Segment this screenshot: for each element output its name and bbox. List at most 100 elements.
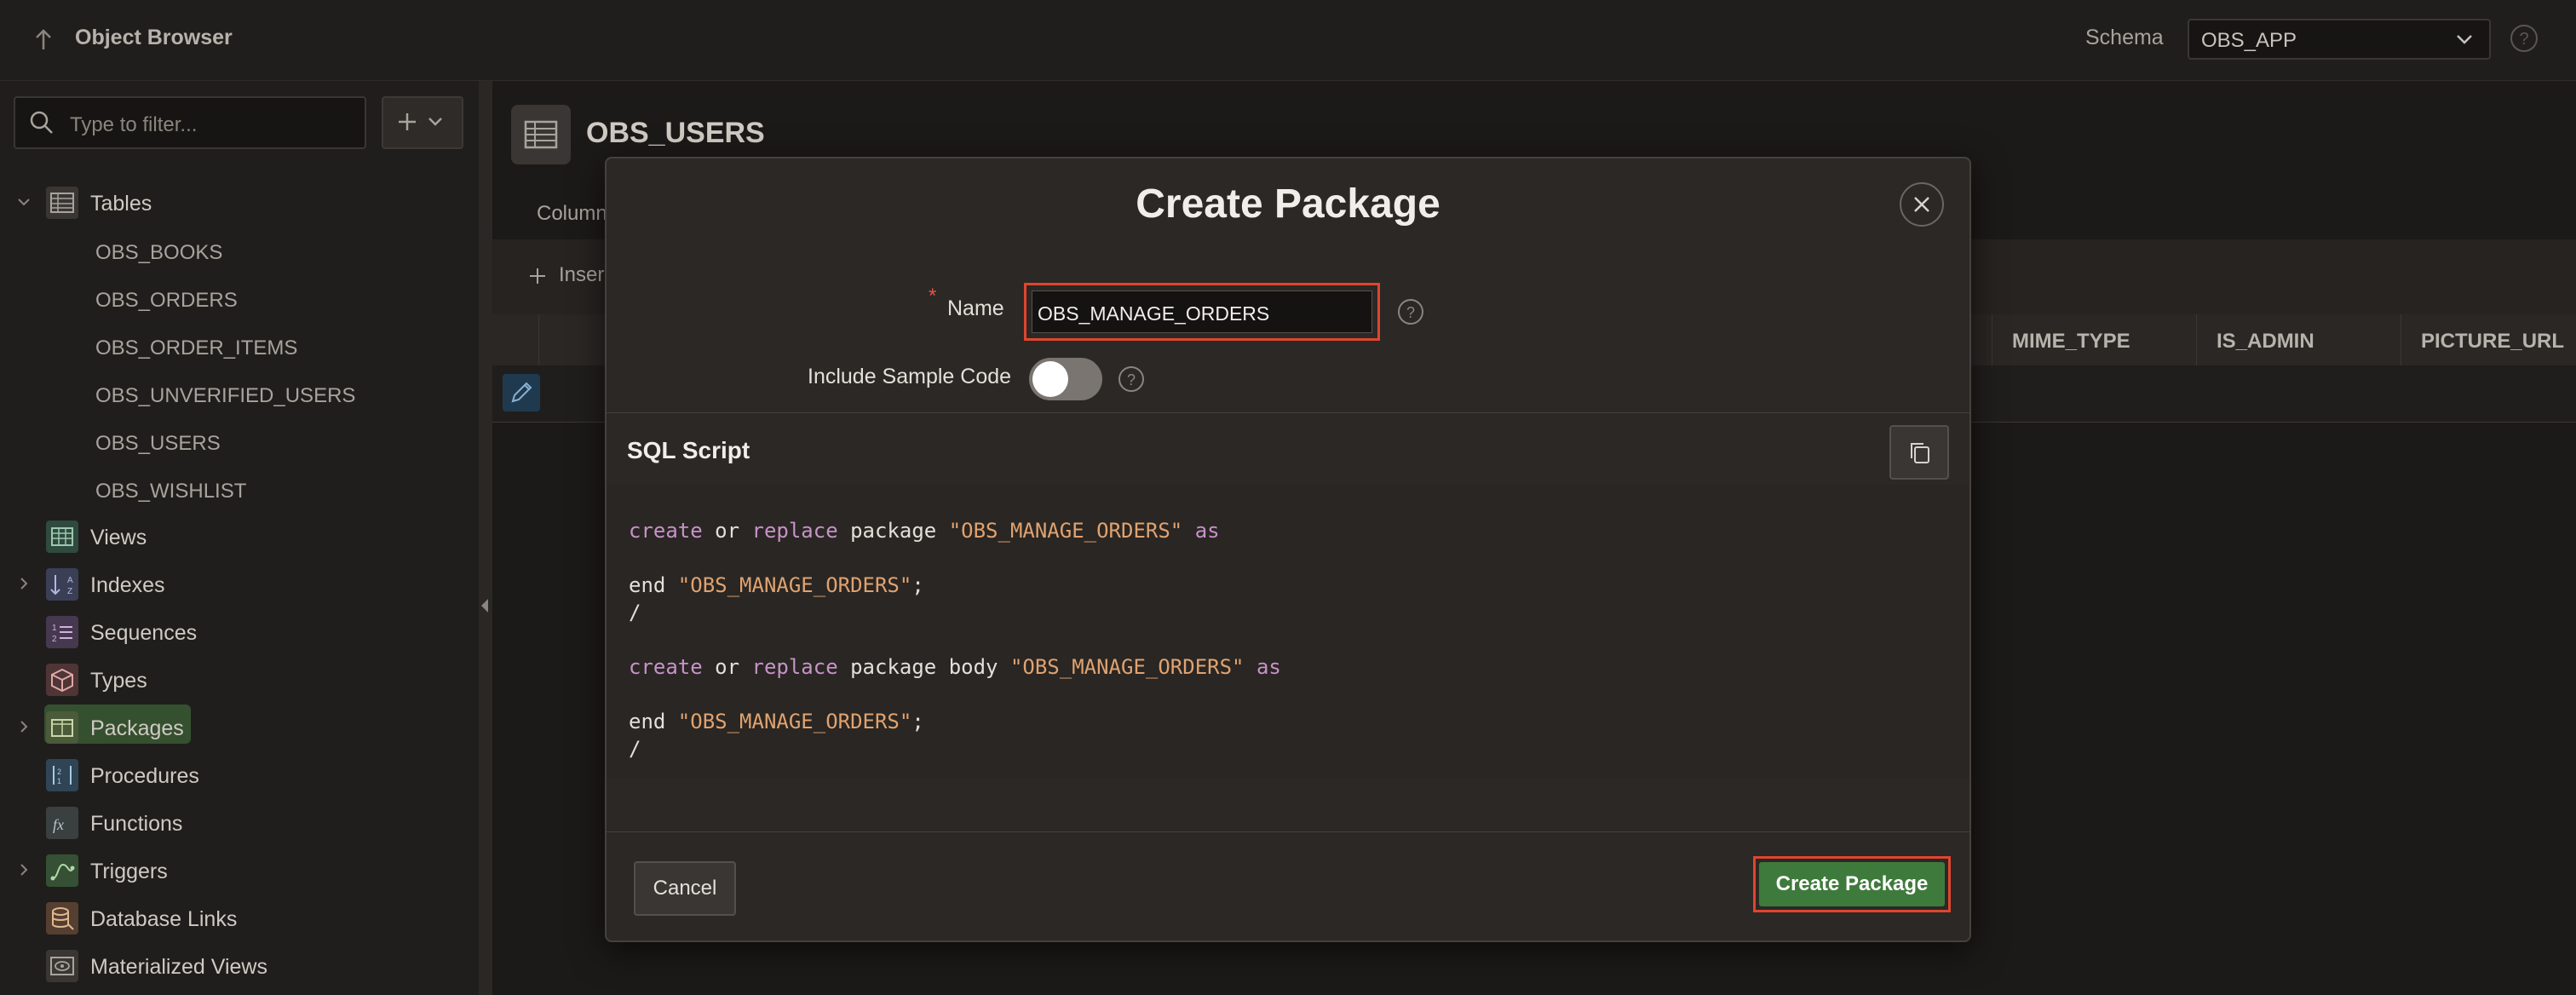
include-sample-label: Include Sample Code (808, 365, 1012, 388)
tree-group-label: Indexes (90, 573, 165, 597)
object-tree-sidebar: Type to filter... Tables OBS_BOOKS OBS_O… (0, 81, 479, 995)
include-sample-toggle[interactable] (1029, 358, 1102, 400)
view-icon (46, 521, 78, 553)
help-icon[interactable]: ? (2510, 24, 2539, 53)
column-divider (538, 314, 539, 365)
toggle-knob (1032, 361, 1068, 397)
create-object-button[interactable] (382, 96, 463, 149)
name-label: Name (947, 296, 1004, 320)
tree-item-table[interactable]: OBS_BOOKS (95, 241, 222, 265)
chevron-right-icon[interactable] (15, 861, 32, 878)
materialized-view-icon (46, 950, 78, 982)
tree-group-database-links[interactable]: Database Links (0, 897, 479, 938)
name-input-value: OBS_MANAGE_ORDERS (1038, 302, 1270, 325)
schema-value: OBS_APP (2201, 29, 2297, 52)
tree-group-label: Materialized Views (90, 955, 267, 979)
sidebar-splitter[interactable] (479, 81, 492, 995)
code-line: create or replace package "OBS_MANAGE_OR… (629, 519, 1220, 543)
svg-text:1: 1 (57, 777, 61, 785)
search-icon (30, 111, 53, 134)
dialog-footer: Cancel Create Package (607, 831, 1969, 943)
page-title: Object Browser (75, 26, 233, 49)
object-title: OBS_USERS (586, 117, 765, 149)
tree-group-functions[interactable]: fx Functions (0, 802, 479, 843)
table-icon (46, 187, 78, 219)
svg-text:?: ? (1127, 371, 1136, 388)
svg-text:2: 2 (57, 768, 61, 776)
svg-text:fx: fx (53, 816, 64, 833)
tree-group-sequences[interactable]: 12 Sequences (0, 611, 479, 652)
tree-group-procedures[interactable]: 21 Procedures (0, 754, 479, 795)
tree-item-table[interactable]: OBS_WISHLIST (95, 480, 246, 503)
insert-row-button[interactable]: Inser (559, 263, 604, 287)
create-package-dialog: Create Package * Name OBS_MANAGE_ORDERS … (605, 157, 1971, 942)
sql-script-title: SQL Script (627, 437, 750, 463)
tree-item-table[interactable]: OBS_USERS (95, 432, 221, 456)
sql-code-editor[interactable]: create or replace package "OBS_MANAGE_OR… (607, 485, 1969, 778)
cancel-button[interactable]: Cancel (634, 861, 736, 916)
column-header[interactable]: IS_ADMIN (2217, 330, 2314, 354)
code-line: end "OBS_MANAGE_ORDERS"; (629, 710, 924, 733)
svg-text:2: 2 (52, 635, 57, 644)
function-icon: fx (46, 807, 78, 839)
tree-group-label: Sequences (90, 621, 198, 645)
collapse-left-icon[interactable] (481, 599, 488, 613)
column-header[interactable]: MIME_TYPE (2012, 330, 2130, 354)
tree-item-table[interactable]: OBS_ORDERS (95, 289, 238, 313)
tree-group-label: Tables (90, 192, 152, 216)
plus-icon (399, 113, 442, 130)
plus-icon (530, 268, 545, 284)
database-link-icon (46, 902, 78, 935)
sequence-icon: 12 (46, 616, 78, 648)
schema-label: Schema (2085, 26, 2164, 49)
svg-text:?: ? (2519, 30, 2528, 49)
filter-input[interactable]: Type to filter... (14, 96, 366, 149)
tree-group-label: Triggers (90, 860, 168, 883)
column-divider (2196, 314, 2197, 365)
help-icon[interactable]: ? (1397, 298, 1424, 325)
edit-row-button[interactable] (503, 374, 540, 411)
tree-group-types[interactable]: Types (0, 659, 479, 699)
create-package-button[interactable]: Create Package (1759, 862, 1945, 906)
copy-button[interactable] (1889, 425, 1949, 480)
arrow-up-icon[interactable] (31, 26, 56, 55)
filter-placeholder: Type to filter... (70, 113, 198, 136)
required-marker: * (929, 285, 937, 308)
tree-group-label: Functions (90, 812, 183, 836)
chevron-down-icon[interactable] (15, 193, 32, 210)
chevron-down-icon (2457, 35, 2472, 44)
tree-item-table[interactable]: OBS_UNVERIFIED_USERS (95, 384, 355, 408)
svg-text:Z: Z (67, 587, 72, 596)
tree-group-label: Database Links (90, 907, 238, 931)
package-icon (46, 711, 78, 744)
sql-script-header: SQL Script (607, 412, 1969, 486)
tree-group-label: Procedures (90, 764, 199, 788)
chevron-right-icon[interactable] (15, 718, 32, 735)
tab-columns[interactable]: Column (537, 202, 607, 226)
help-icon[interactable]: ? (1118, 365, 1145, 393)
tree-group-views[interactable]: Views (0, 515, 479, 556)
svg-text:1: 1 (52, 624, 57, 633)
code-line: end "OBS_MANAGE_ORDERS"; (629, 573, 924, 597)
index-icon: AZ (46, 568, 78, 601)
top-bar: Object Browser Schema OBS_APP ? (0, 0, 2576, 81)
procedure-icon: 21 (46, 759, 78, 791)
close-button[interactable] (1900, 182, 1944, 227)
tree-group-label: Types (90, 669, 147, 693)
tree-group-materialized-views[interactable]: Materialized Views (0, 945, 479, 986)
tree-group-indexes[interactable]: AZ Indexes (0, 563, 479, 604)
svg-text:?: ? (1406, 304, 1415, 321)
name-input-highlight: OBS_MANAGE_ORDERS (1024, 283, 1380, 341)
chevron-right-icon[interactable] (15, 575, 32, 592)
tree-group-packages[interactable]: Packages (0, 705, 479, 747)
tree-group-label: Views (90, 526, 147, 549)
name-input[interactable]: OBS_MANAGE_ORDERS (1032, 290, 1372, 333)
schema-select[interactable]: OBS_APP (2188, 19, 2491, 60)
tree-group-tables[interactable]: Tables (0, 181, 479, 222)
pencil-icon (511, 382, 532, 403)
type-icon (46, 664, 78, 696)
column-header[interactable]: PICTURE_URL (2421, 330, 2564, 354)
close-icon (1914, 197, 1929, 212)
tree-item-table[interactable]: OBS_ORDER_ITEMS (95, 336, 297, 360)
tree-group-triggers[interactable]: Triggers (0, 849, 479, 890)
